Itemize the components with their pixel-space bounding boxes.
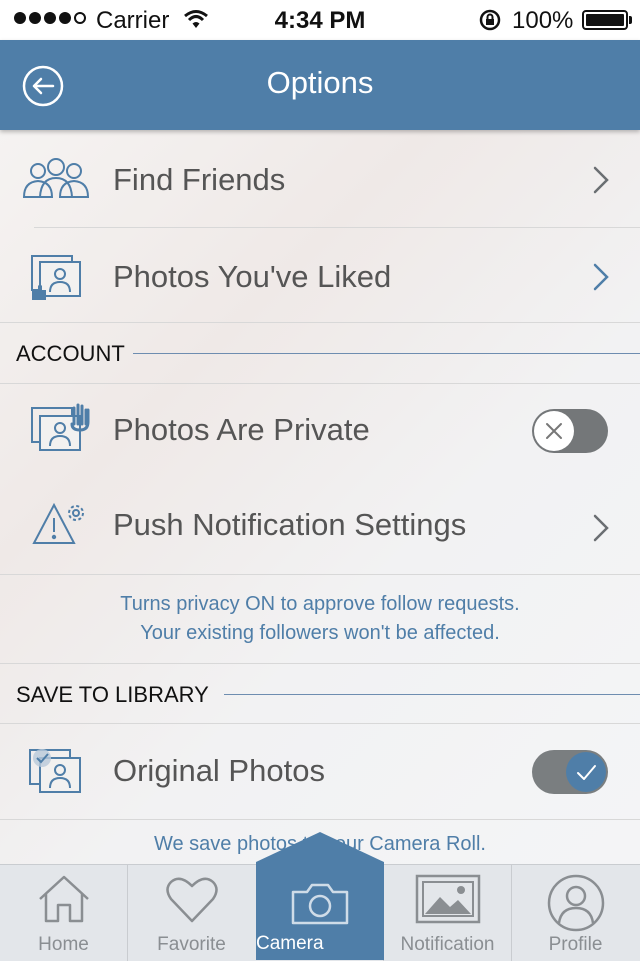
- toggle-knob: [534, 411, 574, 451]
- friends-icon: [22, 158, 90, 198]
- home-icon: [38, 875, 89, 923]
- push-notification-settings-label: Push Notification Settings: [113, 507, 467, 542]
- warning-settings-icon: [32, 503, 84, 544]
- photos-private-toggle[interactable]: [532, 409, 608, 453]
- photos-liked-row[interactable]: Photos You've Liked: [0, 228, 640, 322]
- tab-profile-label: Profile: [548, 934, 603, 955]
- chevron-right-icon: [593, 514, 609, 542]
- tab-home[interactable]: Home: [0, 865, 127, 961]
- chevron-right-icon: [593, 263, 609, 291]
- checkmark-icon: [577, 765, 596, 780]
- heart-icon: [165, 877, 218, 923]
- tab-camera[interactable]: Camera: [256, 832, 384, 960]
- push-notification-settings-row[interactable]: Push Notification Settings: [0, 477, 640, 574]
- battery-icon: [582, 10, 628, 30]
- original-photos-label: Original Photos: [113, 753, 325, 788]
- divider: [0, 322, 640, 323]
- tab-favorite[interactable]: Favorite: [128, 865, 255, 961]
- image-icon: [415, 874, 480, 924]
- chevron-right-icon: [593, 166, 609, 194]
- profile-icon: [547, 874, 604, 932]
- divider: [0, 574, 640, 575]
- section-rule: [224, 694, 640, 695]
- photos-private-row: Photos Are Private: [0, 384, 640, 477]
- close-icon: [546, 423, 562, 439]
- page-title: Options: [266, 65, 374, 100]
- tab-camera-label: Camera: [256, 933, 324, 954]
- tab-home-label: Home: [38, 934, 89, 955]
- battery-tip: [629, 16, 632, 24]
- save-library-section-header: SAVE TO LIBRARY: [16, 682, 209, 707]
- divider: [0, 663, 640, 664]
- photos-private-label: Photos Are Private: [113, 412, 370, 447]
- status-bar: Carrier 4:34 PM 100%: [0, 0, 640, 40]
- liked-photos-icon: [31, 255, 81, 300]
- section-rule: [133, 353, 640, 354]
- photos-liked-label: Photos You've Liked: [113, 259, 392, 294]
- find-friends-row[interactable]: Find Friends: [0, 131, 640, 227]
- tab-notification-label: Notification: [400, 934, 495, 955]
- private-photos-icon: [31, 403, 90, 451]
- original-photos-row: Original Photos: [0, 724, 640, 819]
- tab-profile[interactable]: Profile: [512, 865, 639, 961]
- toggle-knob: [566, 752, 606, 792]
- privacy-note-line2: Your existing followers won't be affecte…: [140, 622, 500, 644]
- battery-percent: 100%: [512, 7, 574, 34]
- original-photos-icon: [29, 749, 81, 793]
- account-section-header: ACCOUNT: [16, 341, 125, 366]
- camera-icon: [291, 883, 349, 925]
- privacy-note: Turns privacy ON to approve follow reque…: [0, 590, 640, 648]
- rotation-lock-icon: [479, 9, 501, 31]
- privacy-note-line1: Turns privacy ON to approve follow reque…: [120, 593, 520, 615]
- divider: [0, 819, 640, 820]
- tab-notification[interactable]: Notification: [384, 865, 511, 961]
- find-friends-label: Find Friends: [113, 162, 286, 197]
- navigation-bar: Options: [0, 40, 640, 130]
- original-photos-toggle[interactable]: [532, 750, 608, 794]
- tab-favorite-label: Favorite: [157, 934, 226, 955]
